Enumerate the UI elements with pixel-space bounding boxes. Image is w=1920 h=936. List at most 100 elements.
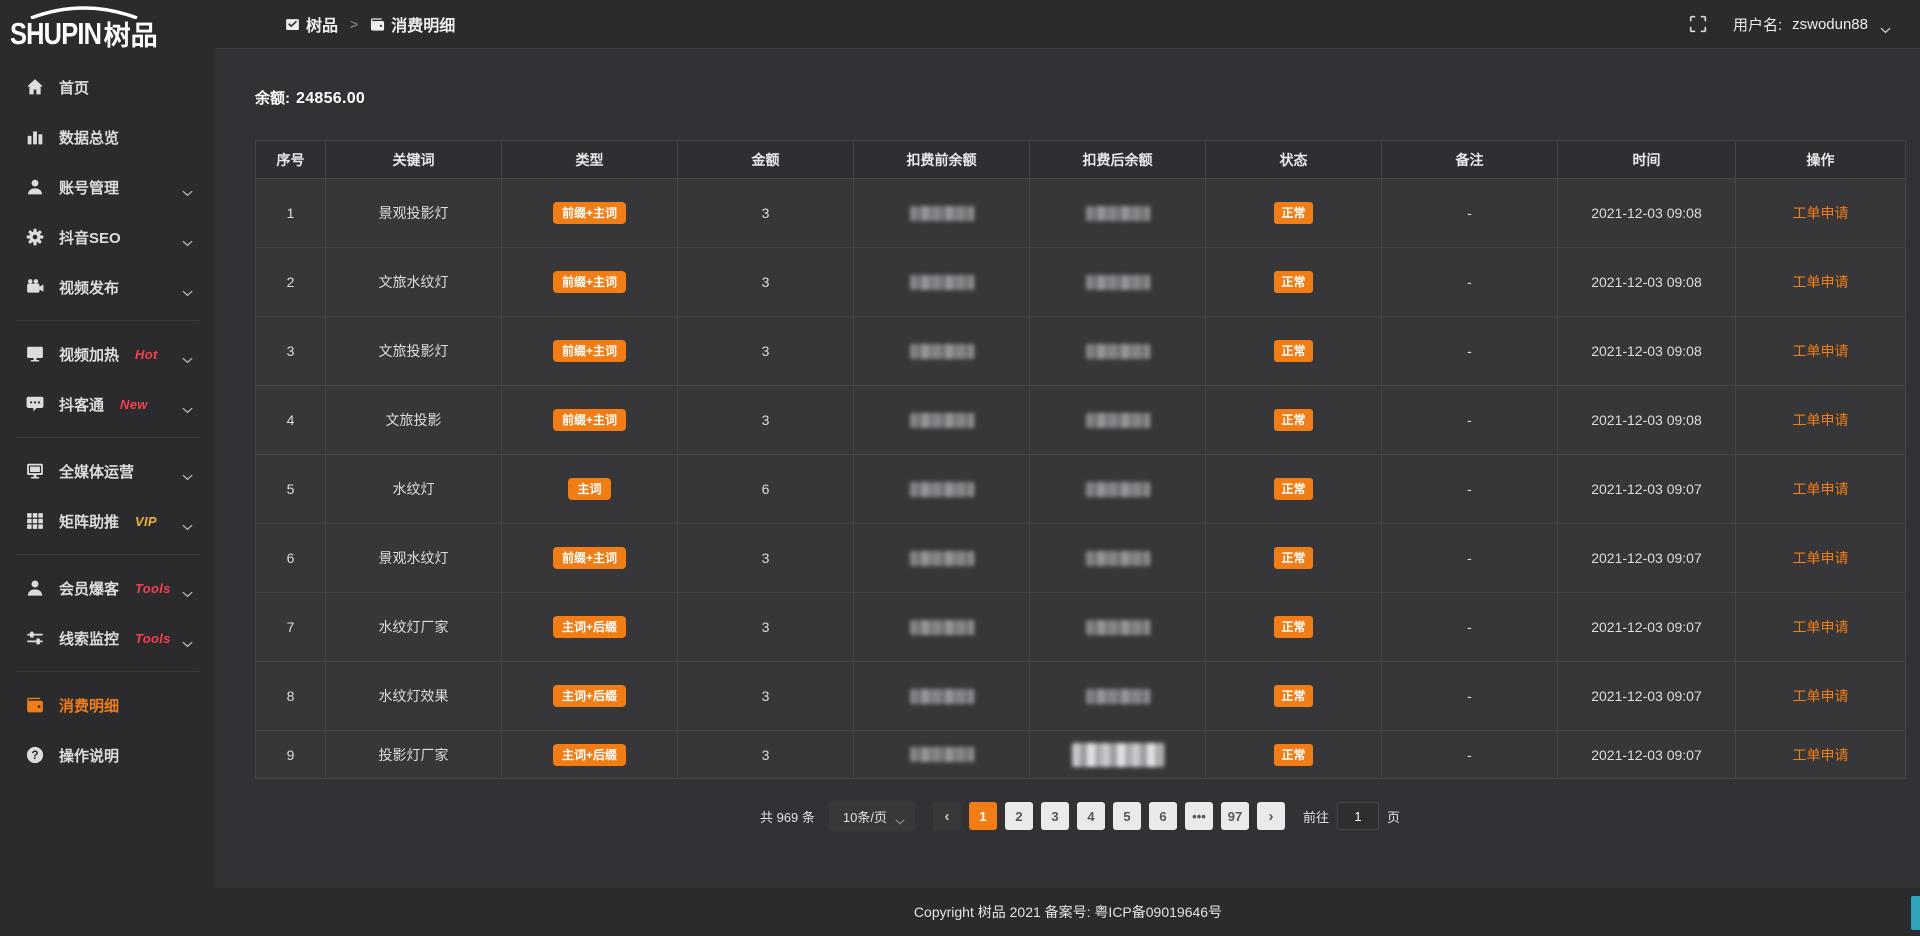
status-cell: 正常 xyxy=(1206,731,1382,779)
balance-before-cell xyxy=(854,248,1030,317)
sidebar: SHUPIN 树品 首页数据总览账号管理抖音SEO视频发布视频加热Hot抖客通N… xyxy=(0,0,215,936)
amount-cell: 3 xyxy=(678,179,854,248)
next-page-button[interactable]: › xyxy=(1257,802,1285,830)
table-row-2: 2文旅水纹灯前缀+主词3正常-2021-12-03 09:08工单申请 xyxy=(256,248,1906,317)
keyword-cell: 景观水纹灯 xyxy=(326,524,502,593)
ticket-apply-link[interactable]: 工单申请 xyxy=(1793,688,1849,704)
breadcrumb-separator: > xyxy=(350,16,358,32)
chevron-down-icon xyxy=(182,518,193,525)
status-cell: 正常 xyxy=(1206,455,1382,524)
index-cell: 6 xyxy=(256,524,326,593)
ticket-apply-link[interactable]: 工单申请 xyxy=(1793,205,1849,221)
sidebar-item-label: 矩阵助推 xyxy=(59,511,119,532)
page-button-97[interactable]: 97 xyxy=(1221,802,1249,830)
page-button-1[interactable]: 1 xyxy=(969,802,997,830)
sidebar-item-label: 会员爆客 xyxy=(59,578,119,599)
goto-page-input[interactable] xyxy=(1337,802,1379,830)
type-badge: 前缀+主词 xyxy=(553,202,626,224)
username-label: 用户名: xyxy=(1733,14,1782,35)
column-header: 序号 xyxy=(256,141,326,179)
table-row-4: 4文旅投影前缀+主词3正常-2021-12-03 09:08工单申请 xyxy=(256,386,1906,455)
ticket-apply-link[interactable]: 工单申请 xyxy=(1793,481,1849,497)
balance-after-cell xyxy=(1030,386,1206,455)
status-cell: 正常 xyxy=(1206,524,1382,593)
ticket-apply-link[interactable]: 工单申请 xyxy=(1793,412,1849,428)
sidebar-item-label: 操作说明 xyxy=(59,745,119,766)
sidebar-item-badge: Tools xyxy=(135,631,171,646)
sidebar-item-badge: VIP xyxy=(135,514,157,529)
brand-logo: SHUPIN 树品 xyxy=(0,0,215,62)
balance-before-cell xyxy=(854,662,1030,731)
pagination-total: 共 969 条 xyxy=(760,807,815,826)
user-area[interactable]: 用户名: zswodun88 xyxy=(1689,14,1891,35)
type-cell: 主词 xyxy=(502,455,678,524)
ticket-apply-link[interactable]: 工单申请 xyxy=(1793,274,1849,290)
page-button-5[interactable]: 5 xyxy=(1113,802,1141,830)
username-value: zswodun88 xyxy=(1792,16,1868,33)
sidebar-item-12[interactable]: 消费明细 xyxy=(0,680,215,730)
page-button-6[interactable]: 6 xyxy=(1149,802,1177,830)
status-cell: 正常 xyxy=(1206,179,1382,248)
status-badge: 正常 xyxy=(1274,271,1312,293)
page-button-3[interactable]: 3 xyxy=(1041,802,1069,830)
sidebar-item-9[interactable]: 矩阵助推 VIP xyxy=(0,496,215,546)
balance-after-cell xyxy=(1030,524,1206,593)
page-size-select[interactable]: 10条/页 xyxy=(829,801,915,831)
action-cell: 工单申请 xyxy=(1736,179,1906,248)
table-body: 1景观投影灯前缀+主词3正常-2021-12-03 09:08工单申请2文旅水纹… xyxy=(256,179,1906,779)
page-buttons: 123456 ••• 97 xyxy=(969,802,1249,830)
sidebar-item-1[interactable]: 首页 xyxy=(0,62,215,112)
member-icon xyxy=(26,579,44,597)
breadcrumb-item-current[interactable]: 消费明细 xyxy=(370,12,455,36)
type-cell: 主词+后缀 xyxy=(502,593,678,662)
balance-before-cell xyxy=(854,455,1030,524)
sidebar-item-4[interactable]: 抖音SEO xyxy=(0,212,215,262)
sidebar-item-6[interactable]: 视频加热Hot xyxy=(0,329,215,379)
page-button-4[interactable]: 4 xyxy=(1077,802,1105,830)
keyword-cell: 景观投影灯 xyxy=(326,179,502,248)
remark-cell: - xyxy=(1382,248,1558,317)
fullscreen-icon[interactable] xyxy=(1689,15,1707,33)
sidebar-nav: 首页数据总览账号管理抖音SEO视频发布视频加热Hot抖客通New全媒体运营矩阵助… xyxy=(0,62,215,780)
breadcrumb-item-home[interactable]: 树品 xyxy=(285,12,338,36)
type-badge: 前缀+主词 xyxy=(553,547,626,569)
sidebar-item-8[interactable]: 全媒体运营 xyxy=(0,446,215,496)
type-badge: 主词+后缀 xyxy=(553,685,626,707)
status-cell: 正常 xyxy=(1206,248,1382,317)
action-cell: 工单申请 xyxy=(1736,731,1906,779)
censored-balance-before xyxy=(910,747,974,762)
balance-after-cell xyxy=(1030,179,1206,248)
balance-before-cell xyxy=(854,179,1030,248)
sidebar-item-3[interactable]: 账号管理 xyxy=(0,162,215,212)
keyword-cell: 文旅投影灯 xyxy=(326,317,502,386)
type-badge: 主词+后缀 xyxy=(553,744,626,766)
main-content: 余额:24856.00 序号关键词类型金额扣费前余额扣费后余额状态备注时间操作 … xyxy=(215,49,1920,888)
ellipsis-page-button[interactable]: ••• xyxy=(1185,802,1213,830)
sidebar-item-5[interactable]: 视频发布 xyxy=(0,262,215,312)
ticket-apply-link[interactable]: 工单申请 xyxy=(1793,619,1849,635)
wallet-icon xyxy=(370,17,385,32)
prev-page-button[interactable]: ‹ xyxy=(933,802,961,830)
keyword-cell: 水纹灯厂家 xyxy=(326,593,502,662)
sidebar-item-7[interactable]: 抖客通New xyxy=(0,379,215,429)
sidebar-item-10[interactable]: 会员爆客Tools xyxy=(0,563,215,613)
amount-cell: 3 xyxy=(678,593,854,662)
sidebar-item-11[interactable]: 线索监控 Tools xyxy=(0,613,215,663)
sidebar-item-2[interactable]: 数据总览 xyxy=(0,112,215,162)
ticket-apply-link[interactable]: 工单申请 xyxy=(1793,343,1849,359)
censored-balance-before xyxy=(910,413,974,428)
censored-balance-after xyxy=(1072,743,1164,767)
remark-cell: - xyxy=(1382,593,1558,662)
index-cell: 4 xyxy=(256,386,326,455)
time-cell: 2021-12-03 09:07 xyxy=(1558,662,1736,731)
type-cell: 前缀+主词 xyxy=(502,179,678,248)
floating-widget[interactable] xyxy=(1911,896,1920,930)
sidebar-item-13[interactable]: ?操作说明 xyxy=(0,730,215,780)
ticket-apply-link[interactable]: 工单申请 xyxy=(1793,550,1849,566)
goto-unit: 页 xyxy=(1387,807,1400,826)
action-cell: 工单申请 xyxy=(1736,386,1906,455)
page-button-2[interactable]: 2 xyxy=(1005,802,1033,830)
status-badge: 正常 xyxy=(1274,340,1312,362)
ticket-apply-link[interactable]: 工单申请 xyxy=(1793,747,1849,763)
sidebar-item-label: 线索监控 xyxy=(59,628,119,649)
